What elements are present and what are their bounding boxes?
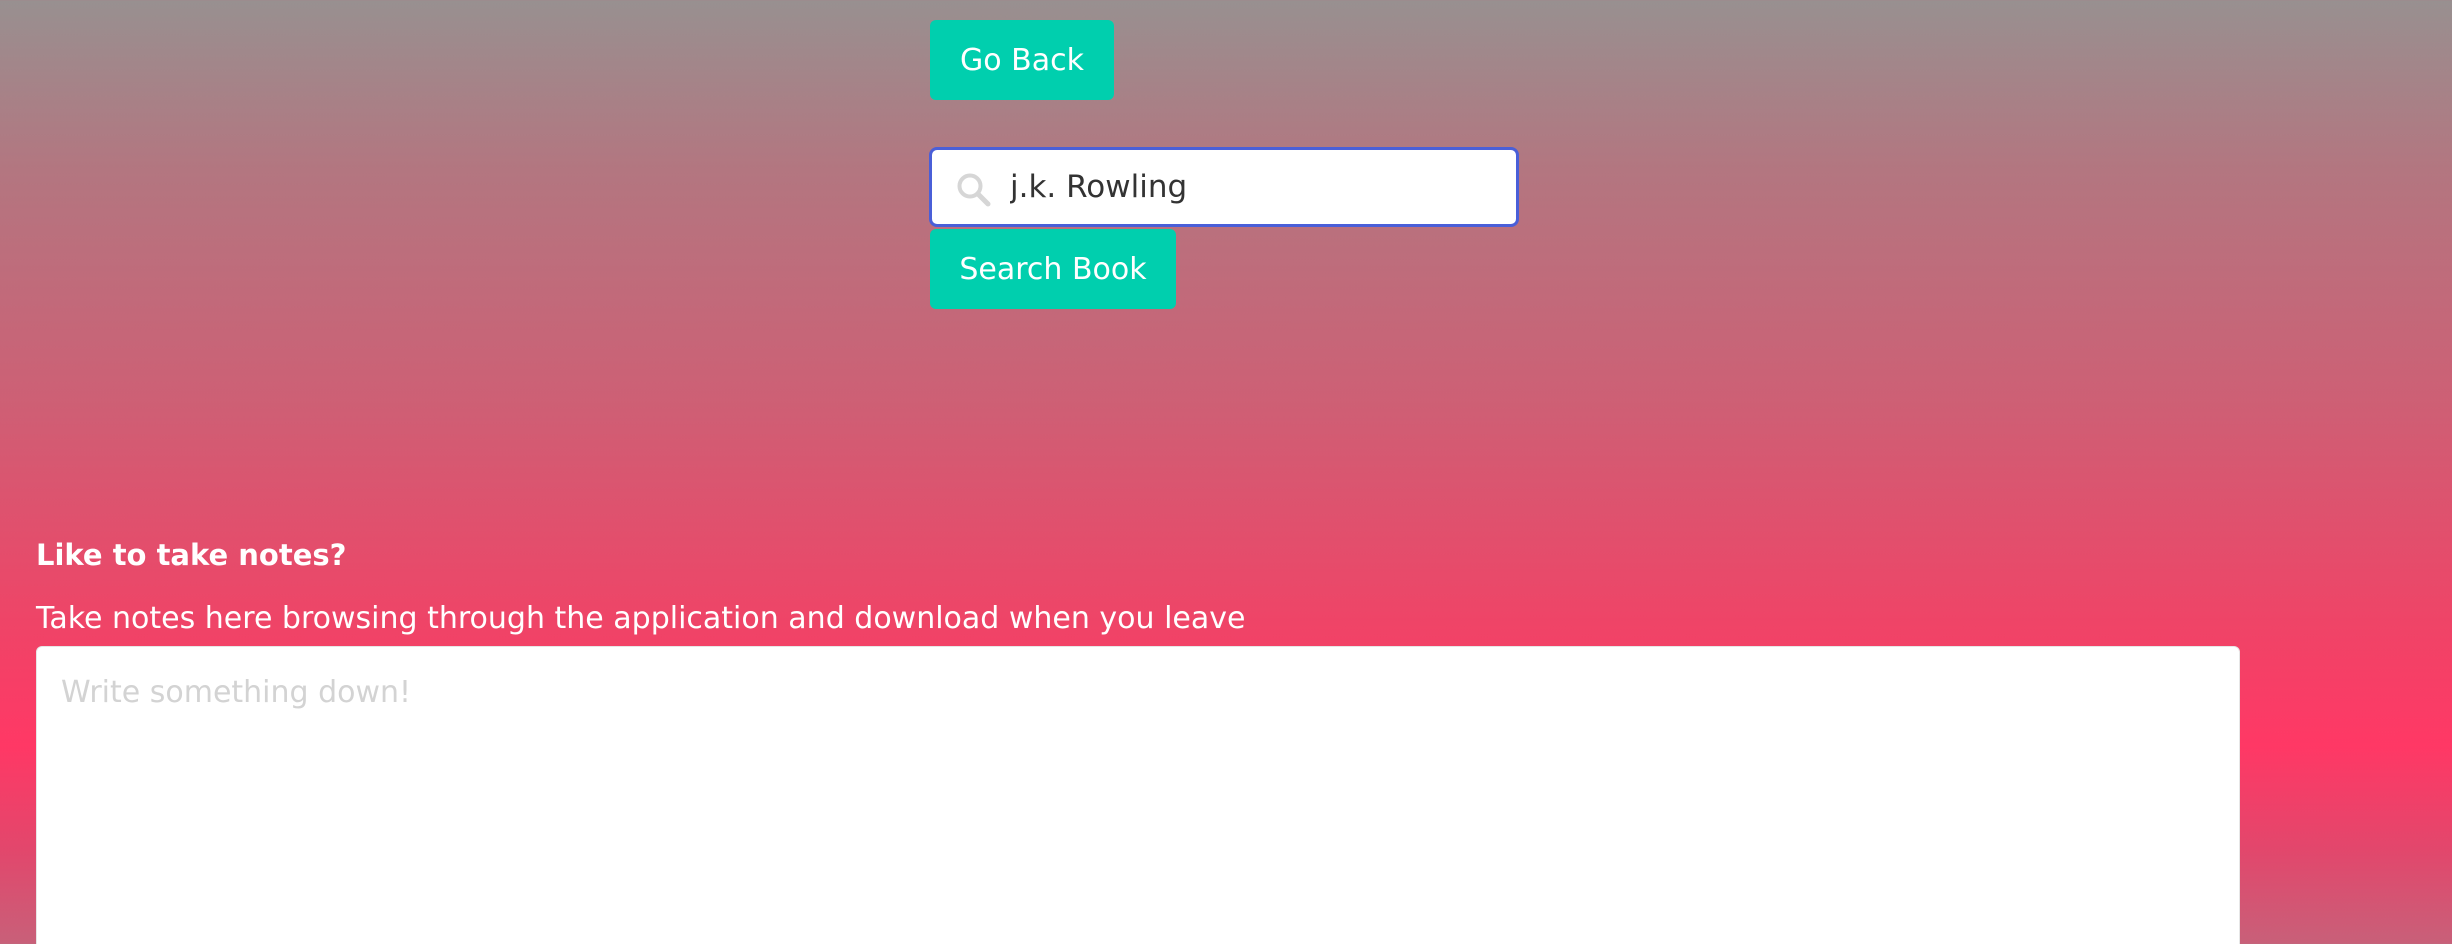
search-icon [957,173,991,207]
go-back-button[interactable]: Go Back [930,20,1114,100]
notes-description: Take notes here browsing through the app… [36,601,1246,636]
search-field[interactable] [929,147,1519,227]
search-input[interactable] [1010,158,1500,216]
notes-heading: Like to take notes? [36,538,347,572]
notes-textarea[interactable] [36,646,2240,944]
search-book-button[interactable]: Search Book [930,229,1176,309]
